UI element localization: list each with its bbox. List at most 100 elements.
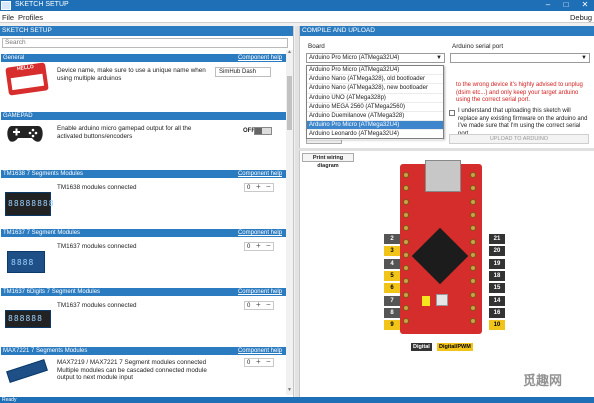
upload-warning-text: to the wrong device it's highly advised …: [456, 82, 583, 103]
max7221-count-stepper[interactable]: 0 + −: [244, 358, 274, 367]
hello-badge-image: HELLO: [5, 62, 49, 96]
board-option[interactable]: Arduino UNO (ATMega328p): [307, 94, 443, 103]
pin-hole: [403, 198, 409, 205]
app-icon: [1, 1, 11, 10]
status-bar: Ready: [0, 397, 594, 403]
section-title: TM1637 6Digits 7 Segment Modules: [3, 289, 101, 295]
toggle-knob: [255, 128, 262, 134]
tm1638-count-stepper[interactable]: 0 + −: [244, 183, 274, 192]
board-option[interactable]: Arduino MEGA 2560 (ATMega2560): [307, 103, 443, 112]
device-name-input[interactable]: SimHub Dash: [215, 67, 271, 77]
pin-hole: [403, 172, 409, 178]
tm1637-6digit-count-stepper[interactable]: 0 + −: [244, 301, 274, 310]
tm1637-6digit-description: TM1637 modules connected: [57, 302, 137, 309]
upload-button[interactable]: UPLOAD TO ARDUINO: [449, 134, 589, 144]
scroll-down-icon[interactable]: ▼: [287, 388, 292, 393]
pin-label-19: 19: [489, 258, 505, 269]
pin-label-16: 16: [489, 307, 505, 318]
pin-label-10: 10: [489, 320, 505, 331]
section-tm1637-6digits: TM1637 6Digits 7 Segment Modules Compone…: [1, 288, 286, 346]
max7221-module-image: [6, 359, 48, 383]
board-option[interactable]: Arduino Nano (ATMega328), new bootloader: [307, 84, 443, 94]
chevron-down-icon: ▼: [581, 55, 587, 61]
gamepad-toggle[interactable]: [254, 127, 272, 135]
component-help-link[interactable]: Component help: [238, 229, 282, 237]
board-option[interactable]: Arduino Duemilanove (ATMega328): [307, 112, 443, 122]
close-button[interactable]: ✕: [577, 0, 593, 11]
stepper-value: 0: [247, 303, 251, 309]
minus-icon[interactable]: −: [266, 301, 271, 309]
stepper-value: 0: [247, 360, 251, 366]
max7221-description: MAX7219 / MAX7221 7 Segment modules conn…: [57, 359, 207, 381]
section-general-body: HELLO Device name, make sure to use a un…: [1, 62, 286, 102]
serial-port-select[interactable]: ▼: [450, 53, 590, 63]
scrollbar-thumb[interactable]: [287, 76, 292, 130]
pin-label-5: 5: [384, 270, 400, 281]
minus-icon[interactable]: −: [266, 358, 271, 366]
plus-icon[interactable]: +: [256, 301, 261, 309]
plus-icon[interactable]: +: [256, 358, 261, 366]
section-gamepad-header: GAMEPAD: [1, 112, 286, 120]
component-help-link[interactable]: Component help: [238, 170, 282, 178]
plus-icon[interactable]: +: [256, 183, 261, 191]
pin-hole: [403, 305, 409, 311]
board-option[interactable]: Arduino Nano (ATMega328), old bootloader: [307, 75, 443, 85]
pin-hole: [470, 305, 476, 311]
scroll-up-icon[interactable]: ▲: [287, 50, 292, 55]
pin-label-8: 8: [384, 307, 400, 318]
board-option[interactable]: Arduino Pro Micro (ATMega32U4): [307, 66, 443, 76]
section-general: General Component help HELLO Device name…: [1, 54, 286, 102]
pin-hole: [470, 198, 476, 205]
horizontal-splitter[interactable]: [299, 148, 594, 151]
pin-label-4: 4: [384, 258, 400, 269]
section-max7221: MAX7221 7 Segments Modules Component hel…: [1, 347, 286, 397]
section-title: TM1638 7 Segments Modules: [3, 171, 84, 177]
section-title: General: [3, 55, 25, 61]
plus-icon[interactable]: +: [256, 242, 261, 250]
board-select[interactable]: Arduino Pro Micro (ATMega32U4) ▼: [306, 53, 445, 63]
pin-hole: [403, 211, 409, 218]
menu-file[interactable]: File: [2, 13, 14, 22]
tm1638-digits: 88888888: [8, 199, 55, 208]
section-tm1637-header: TM1637 7 Segment Modules Component help: [1, 229, 286, 237]
maximize-button[interactable]: □: [558, 0, 574, 11]
pin-label-6: 6: [384, 283, 400, 294]
print-wiring-button[interactable]: Print wiring diagram: [302, 153, 354, 169]
serial-port-label: Arduino serial port: [452, 43, 504, 50]
status-text: Ready: [2, 397, 17, 403]
board-option-selected[interactable]: Arduino Pro Micro (ATMega32U4): [307, 121, 443, 131]
component-help-link[interactable]: Component help: [238, 347, 282, 355]
reset-button-image: [436, 294, 448, 306]
pin-hole: [403, 238, 409, 245]
tm1638-module-image: 88888888: [5, 192, 54, 216]
section-tm1637: TM1637 7 Segment Modules Component help …: [1, 229, 286, 287]
pin-label-20: 20: [489, 246, 505, 257]
board-select-value: Arduino Pro Micro (ATMega32U4): [309, 55, 400, 61]
menu-profiles[interactable]: Profiles: [18, 13, 43, 22]
tm1637-6digit-digits: 888888: [8, 314, 43, 323]
pin-label-18: 18: [489, 270, 505, 281]
minus-icon[interactable]: −: [266, 242, 271, 250]
gamepad-icon: [7, 126, 43, 142]
board-option[interactable]: Arduino Leonardo (ATMega32U4): [307, 130, 443, 140]
left-scrollbar[interactable]: ▲ ▼: [286, 50, 293, 395]
pin-label-21: 21: [489, 234, 505, 244]
tm1637-count-stepper[interactable]: 0 + −: [244, 242, 274, 251]
section-title: TM1637 7 Segment Modules: [3, 230, 81, 236]
pin-hole: [470, 238, 476, 245]
board-dropdown-list: Arduino Pro Micro (ATMega32U4) Arduino N…: [306, 65, 444, 140]
minus-icon[interactable]: −: [266, 183, 271, 191]
search-input[interactable]: Search: [2, 38, 288, 48]
menu-debug[interactable]: Debug: [570, 13, 592, 22]
board-label: Board: [308, 43, 325, 50]
section-max7221-body: MAX7219 / MAX7221 7 Segment modules conn…: [1, 355, 286, 397]
usb-connector-image: [425, 160, 461, 192]
section-gamepad: GAMEPAD Enable arduino micro gamepad out…: [1, 112, 286, 160]
tm1637-6digit-module-image: 888888: [5, 310, 51, 328]
pin-label-7: 7: [384, 295, 400, 306]
component-help-link[interactable]: Component help: [238, 288, 282, 296]
section-tm1638: TM1638 7 Segments Modules Component help…: [1, 170, 286, 228]
minimize-button[interactable]: –: [540, 0, 556, 11]
tm1637-module-image: 8888: [7, 251, 45, 273]
component-help-link[interactable]: Component help: [238, 54, 282, 62]
